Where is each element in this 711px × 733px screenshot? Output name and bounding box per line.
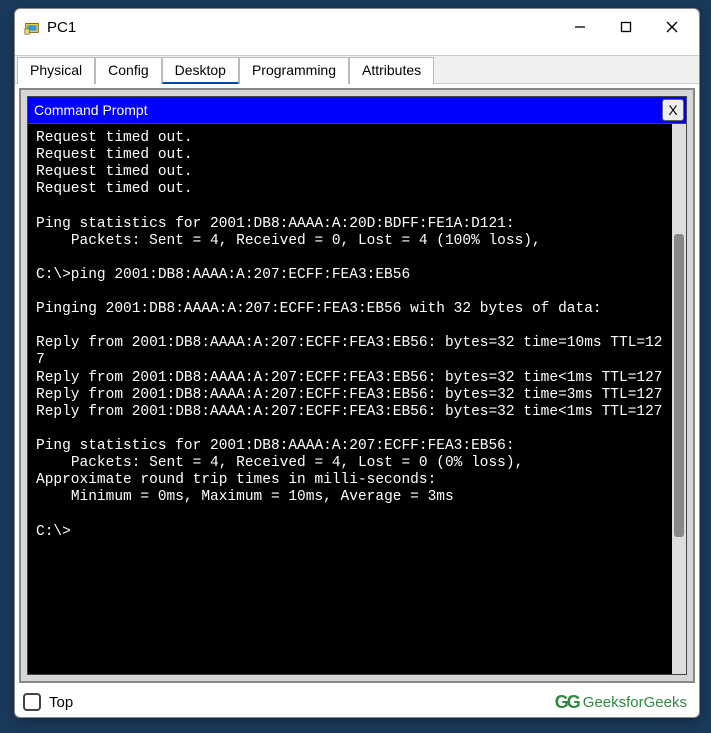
app-icon	[23, 18, 41, 36]
top-checkbox[interactable]	[23, 693, 41, 711]
maximize-button[interactable]	[603, 11, 649, 43]
terminal-scrollbar[interactable]	[672, 124, 686, 674]
window-title: PC1	[47, 19, 557, 36]
tab-programming[interactable]: Programming	[239, 57, 349, 84]
window-controls	[557, 11, 695, 43]
watermark-logo-icon: GG	[555, 692, 579, 713]
titlebar: PC1	[15, 9, 699, 45]
panel-close-button[interactable]: X	[662, 99, 684, 121]
tab-desktop[interactable]: Desktop	[162, 57, 239, 84]
app-window: PC1 Physical Config Desktop Programming …	[14, 8, 700, 718]
watermark-text: GeeksforGeeks	[583, 694, 687, 711]
top-checkbox-label: Top	[49, 694, 73, 711]
footer: Top GG GeeksforGeeks	[15, 687, 699, 717]
command-prompt-terminal[interactable]: Request timed out. Request timed out. Re…	[28, 124, 672, 674]
minimize-button[interactable]	[557, 11, 603, 43]
close-button[interactable]	[649, 11, 695, 43]
scrollbar-thumb[interactable]	[674, 234, 684, 537]
panel-header: Command Prompt X	[27, 96, 687, 124]
tab-attributes[interactable]: Attributes	[349, 57, 434, 84]
panel-title: Command Prompt	[34, 102, 662, 118]
watermark: GG GeeksforGeeks	[555, 692, 687, 713]
tab-config[interactable]: Config	[95, 57, 161, 84]
terminal-container: Request timed out. Request timed out. Re…	[27, 124, 687, 675]
tab-physical[interactable]: Physical	[17, 57, 95, 84]
content-area: Command Prompt X Request timed out. Requ…	[19, 88, 695, 683]
tabstrip: Physical Config Desktop Programming Attr…	[15, 55, 699, 84]
